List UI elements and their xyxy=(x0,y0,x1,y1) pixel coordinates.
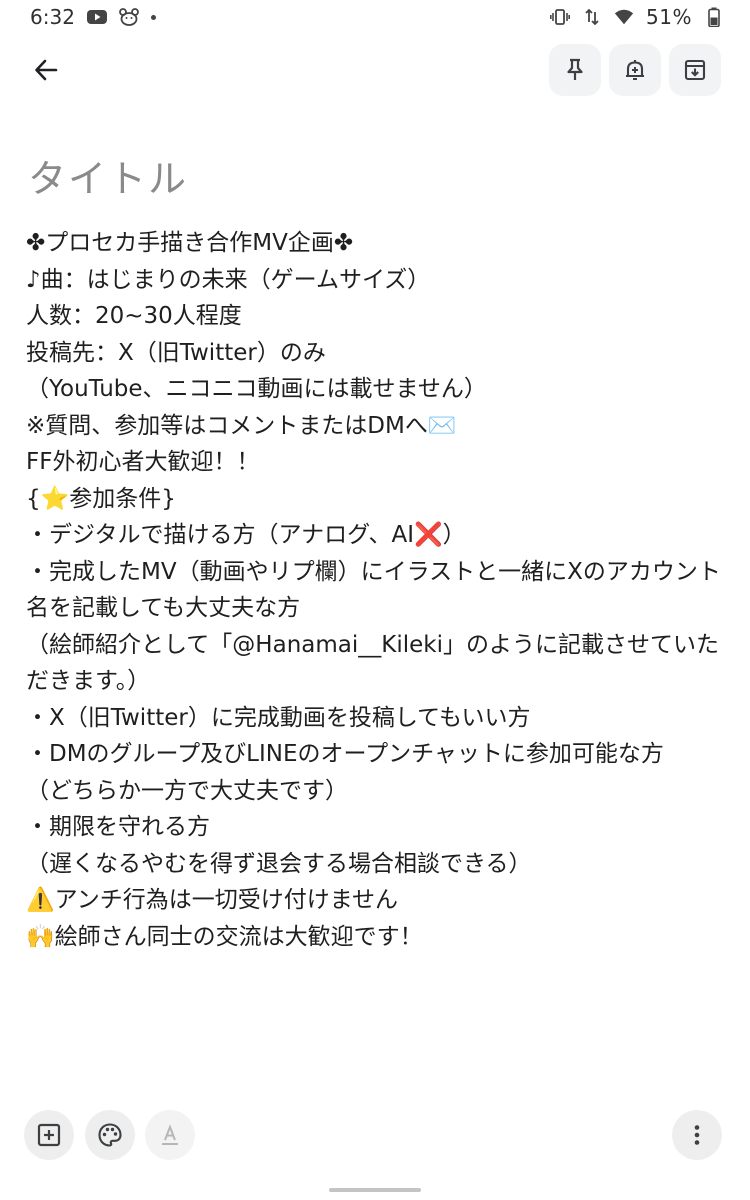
note-line: ・完成したMV（動画やリプ欄）にイラストと一緒にXのアカウント名を記載しても大丈… xyxy=(26,558,721,622)
note-line: 🙌絵師さん同士の交流は大歓迎です！ xyxy=(26,923,423,950)
back-button[interactable] xyxy=(22,46,70,94)
text-format-button[interactable] xyxy=(145,1110,195,1160)
more-vert-icon xyxy=(694,1125,700,1145)
note-body-editor[interactable]: ✤プロセカ手描き合作MV企画✤ ♪曲：はじまりの未来（ゲームサイズ） 人数：20… xyxy=(26,225,726,955)
archive-button[interactable] xyxy=(669,44,721,96)
battery-percent: 51% xyxy=(646,5,692,29)
note-line: 投稿先：X（旧Twitter）のみ xyxy=(26,339,326,366)
bear-icon xyxy=(119,7,139,27)
data-arrows-icon xyxy=(582,7,602,27)
pin-button[interactable] xyxy=(549,44,601,96)
more-options-button[interactable] xyxy=(672,1110,722,1160)
vibrate-icon xyxy=(550,7,571,27)
reminder-bell-icon xyxy=(626,60,644,81)
note-line: ・デジタルで描ける方（アナログ、AI❌） xyxy=(26,522,466,548)
add-button[interactable] xyxy=(24,1110,74,1160)
note-line: （YouTube、ニコニコ動画には載せません） xyxy=(26,376,487,402)
note-title-input[interactable]: タイトル xyxy=(28,148,188,203)
dot-icon xyxy=(150,14,156,20)
note-line: （遅くなるやむを得ず退会する場合相談できる） xyxy=(26,850,532,877)
note-line: 人数：20~30人程度 xyxy=(26,303,242,329)
note-line: ✤プロセカ手描き合作MV企画✤ xyxy=(26,230,354,256)
status-time: 6:32 xyxy=(30,5,75,29)
palette-button[interactable] xyxy=(85,1110,135,1160)
status-bar: 6:32 51% xyxy=(0,0,750,34)
status-right: 51% xyxy=(550,5,724,29)
note-line: ・X（旧Twitter）に完成動画を投稿してもいい方 xyxy=(26,704,531,731)
note-line: {⭐参加条件} xyxy=(26,485,176,512)
note-toolbar xyxy=(0,40,750,100)
note-line: ♪曲：はじまりの未来（ゲームサイズ） xyxy=(26,266,431,293)
palette-icon xyxy=(98,1123,122,1147)
youtube-icon xyxy=(86,7,107,27)
status-left: 6:32 xyxy=(30,5,156,29)
archive-icon xyxy=(684,59,706,81)
pin-icon xyxy=(567,58,583,80)
battery-icon xyxy=(704,7,724,27)
gesture-nav-handle[interactable] xyxy=(329,1188,421,1192)
note-line: ※質問、参加等はコメントまたはDMへ✉️ xyxy=(26,412,457,439)
text-format-icon xyxy=(162,1124,178,1145)
note-line: ・期限を守れる方 xyxy=(26,814,210,840)
wifi-icon xyxy=(614,7,634,27)
note-line: ⚠️アンチ行為は一切受け付けません xyxy=(26,887,399,913)
note-line: （どちらか一方で大丈夫です） xyxy=(26,777,348,804)
note-line: ・DMのグループ及びLINEのオープンチャットに参加可能な方 xyxy=(26,741,664,767)
reminder-button[interactable] xyxy=(609,44,661,96)
bottom-toolbar xyxy=(0,1108,750,1164)
back-arrow-icon xyxy=(35,59,58,81)
note-line: （絵師紹介として「@Hanamai__Kileki」のように記載させていただきま… xyxy=(26,631,719,695)
note-line: FF外初心者大歓迎！！ xyxy=(26,449,260,475)
add-box-icon xyxy=(37,1123,61,1147)
